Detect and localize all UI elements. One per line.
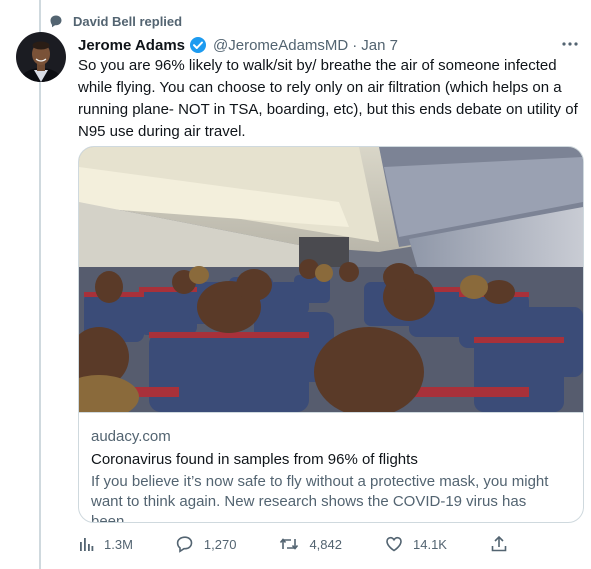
reply-icon xyxy=(176,536,193,553)
views-button[interactable]: 1.3M xyxy=(78,536,133,552)
reply-bubble-icon xyxy=(49,14,63,28)
separator-dot: · xyxy=(352,36,358,54)
author-handle[interactable]: @JeromeAdamsMD xyxy=(213,37,348,54)
like-count: 14.1K xyxy=(413,536,447,552)
reply-button[interactable]: 1,270 xyxy=(176,535,237,553)
share-button[interactable] xyxy=(490,535,508,553)
like-button[interactable]: 14.1K xyxy=(385,535,447,553)
retweet-count: 4,842 xyxy=(309,536,342,552)
author-name[interactable]: Jerome Adams xyxy=(78,37,185,54)
tweet-date[interactable]: Jan 7 xyxy=(361,37,398,54)
tweet-text: So you are 96% likely to walk/sit by/ br… xyxy=(78,55,583,143)
card-domain[interactable]: audacy.com xyxy=(91,427,571,447)
card-description-line: want to think again. New research shows … xyxy=(91,493,527,523)
link-card[interactable]: audacy.com Coronavirus found in samples … xyxy=(78,146,584,523)
tweet-text-line: while flying. You can choose to rely onl… xyxy=(78,79,562,96)
analytics-icon xyxy=(80,538,94,551)
tweet-text-line: running plane- NOT in TSA, boarding, etc… xyxy=(78,101,578,118)
tweet-text-line: So you are 96% likely to walk/sit by/ br… xyxy=(78,57,557,74)
thread-line xyxy=(39,0,41,569)
views-count: 1.3M xyxy=(104,536,133,552)
retweet-icon xyxy=(280,538,299,550)
verified-badge-icon[interactable] xyxy=(189,36,207,54)
share-icon xyxy=(491,535,507,552)
avatar[interactable] xyxy=(16,32,66,82)
social-context-text: David Bell replied xyxy=(73,13,183,29)
tweet-header: Jerome Adams @JeromeAdamsMD · Jan 7 xyxy=(78,35,581,55)
card-description: If you believe it’s now safe to fly with… xyxy=(91,472,571,523)
heart-icon xyxy=(386,536,402,552)
reply-count: 1,270 xyxy=(203,536,237,552)
airplane-cabin-image[interactable] xyxy=(79,147,583,413)
tweet-text-line: N95 use during air travel. xyxy=(78,123,246,140)
social-context[interactable]: David Bell replied xyxy=(49,12,182,30)
tweet-actions: 1.3M 1,270 4,842 14.1K xyxy=(78,532,508,556)
card-description-line: If you believe it’s now safe to fly with… xyxy=(91,473,549,490)
more-options-icon[interactable] xyxy=(559,33,581,55)
card-title[interactable]: Coronavirus found in samples from 96% of… xyxy=(91,450,571,470)
retweet-button[interactable]: 4,842 xyxy=(279,535,342,553)
